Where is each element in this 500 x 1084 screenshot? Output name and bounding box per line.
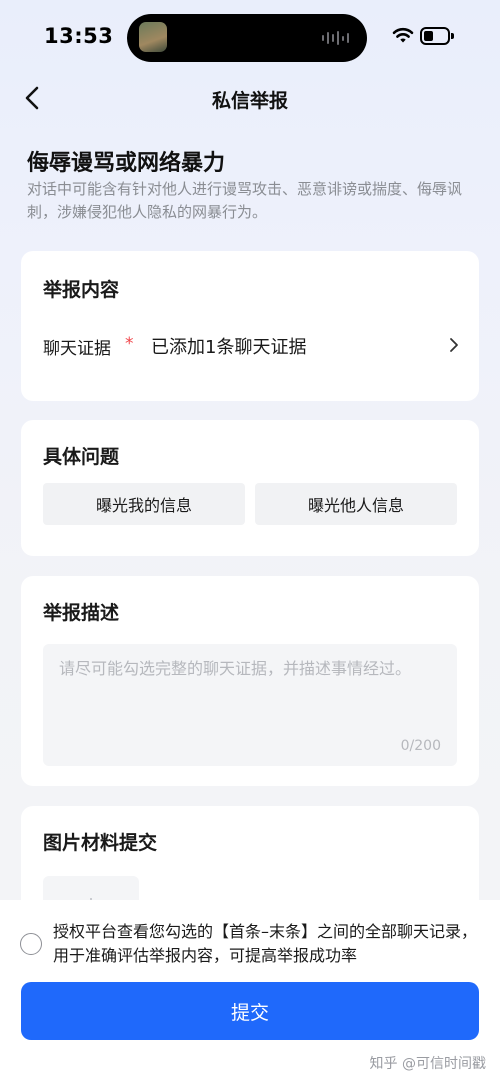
description-textarea[interactable]: 请尽可能勾选完整的聊天证据，并描述事情经过。 0/200 (43, 644, 457, 766)
chevron-right-icon (450, 338, 458, 352)
status-bar: 13:53 (0, 0, 500, 74)
audio-wave-icon (322, 30, 349, 46)
report-description-card: 举报描述 请尽可能勾选完整的聊天证据，并描述事情经过。 0/200 (21, 576, 479, 786)
option-expose-others-info[interactable]: 曝光他人信息 (255, 483, 457, 525)
specific-issue-title: 具体问题 (43, 446, 120, 468)
chat-evidence-value: 已添加1条聊天证据 (151, 337, 307, 358)
chat-evidence-label: 聊天证据 (43, 339, 111, 359)
image-material-title: 图片材料提交 (43, 832, 158, 854)
required-mark: * (125, 334, 134, 354)
chat-evidence-row[interactable]: 聊天证据 * 已添加1条聊天证据 (43, 331, 461, 361)
description-placeholder: 请尽可能勾选完整的聊天证据，并描述事情经过。 (59, 659, 412, 678)
report-description-title: 举报描述 (43, 602, 120, 624)
specific-issue-card: 具体问题 曝光我的信息 曝光他人信息 (21, 420, 479, 556)
wifi-icon (392, 27, 414, 43)
option-expose-my-info[interactable]: 曝光我的信息 (43, 483, 245, 525)
report-category-description: 对话中可能含有针对他人进行谩骂攻击、恶意诽谤或揣度、侮辱讽刺，涉嫌侵犯他人隐私的… (27, 180, 463, 221)
dynamic-island (127, 14, 367, 62)
nav-bar: 私信举报 (0, 74, 500, 122)
status-time: 13:53 (44, 24, 114, 48)
battery-icon (420, 27, 454, 45)
character-counter: 0/200 (400, 738, 441, 754)
report-category-title: 侮辱谩骂或网络暴力 (27, 151, 226, 176)
report-content-title: 举报内容 (43, 279, 120, 301)
consent-radio[interactable] (20, 933, 42, 955)
watermark: 知乎 @可信时间戳 (369, 1056, 486, 1072)
submit-button[interactable]: 提交 (21, 982, 479, 1040)
page-title: 私信举报 (211, 90, 288, 112)
consent-row[interactable]: 授权平台查看您勾选的【首条–末条】之间的全部聊天记录，用于准确评估举报内容，可提… (20, 920, 480, 968)
consent-text: 授权平台查看您勾选的【首条–末条】之间的全部聊天记录，用于准确评估举报内容，可提… (53, 922, 478, 965)
now-playing-thumbnail (139, 22, 167, 52)
report-content-card: 举报内容 聊天证据 * 已添加1条聊天证据 (21, 251, 479, 401)
bottom-bar: 授权平台查看您勾选的【首条–末条】之间的全部聊天记录，用于准确评估举报内容，可提… (0, 900, 500, 1084)
